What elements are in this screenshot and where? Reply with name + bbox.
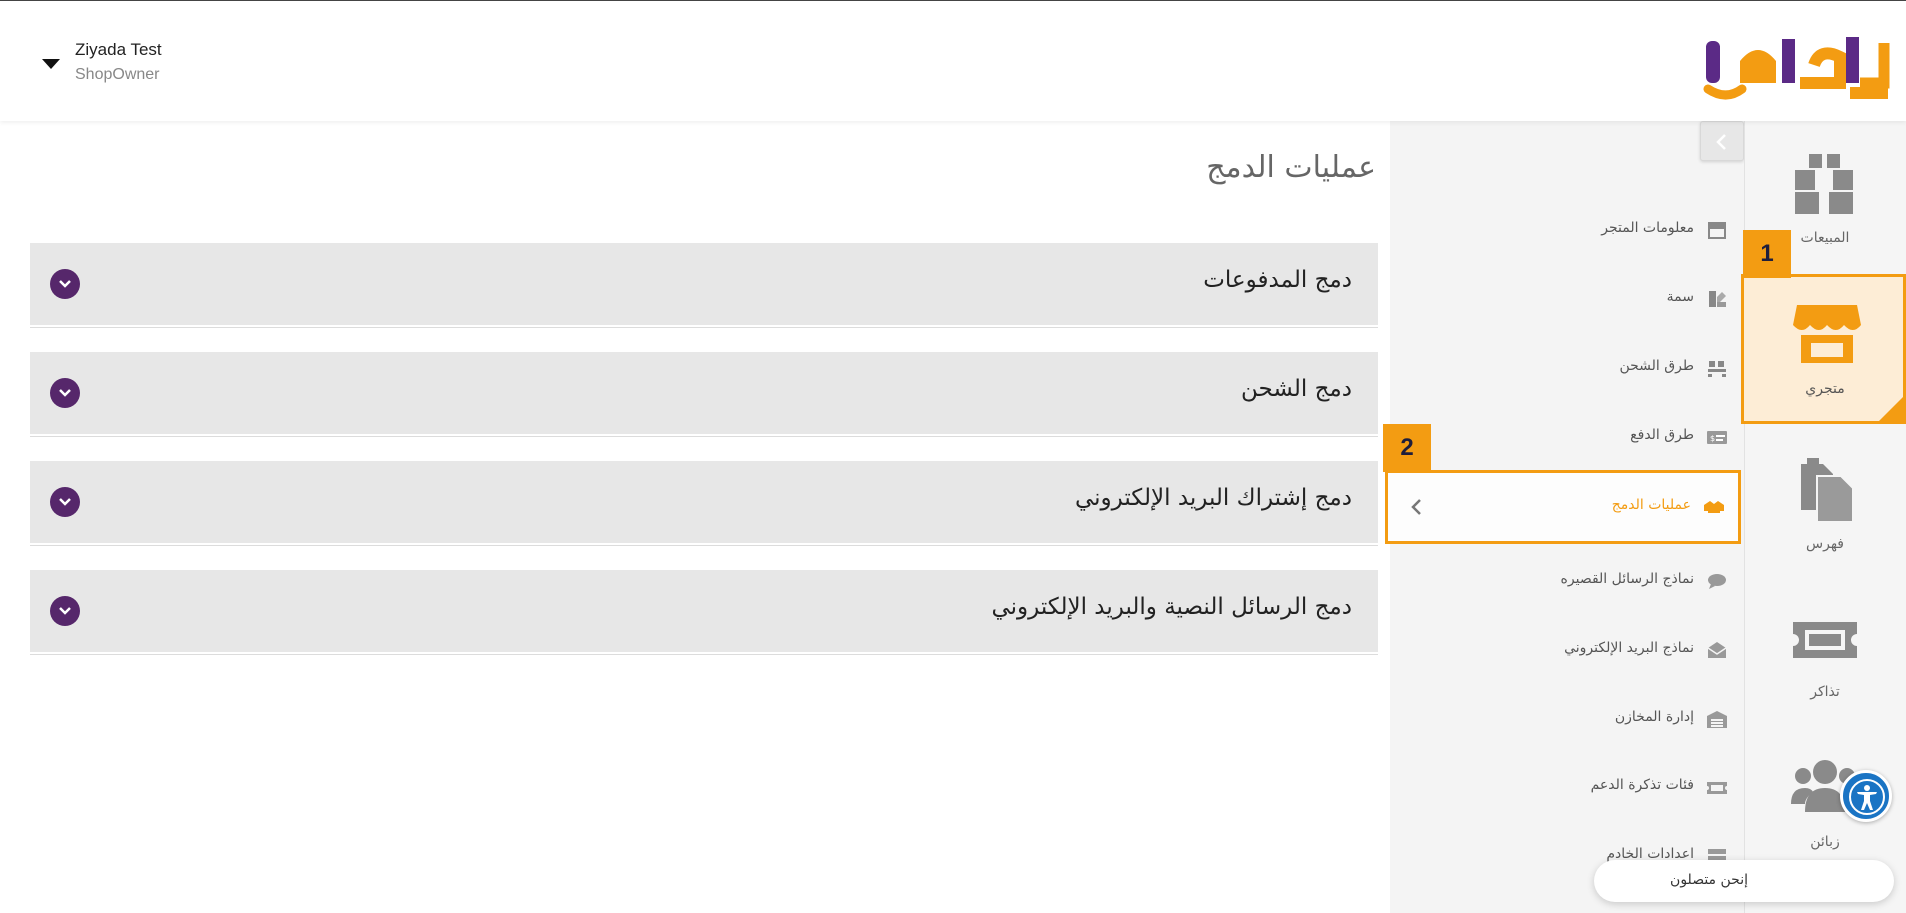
chevron-left-icon <box>1716 134 1726 150</box>
page-title: عمليات الدمج <box>1206 150 1376 185</box>
envelope-icon <box>1707 642 1727 658</box>
accordion-shipping-integration[interactable]: دمج الشحن <box>30 352 1378 436</box>
brand-logo[interactable] <box>1700 31 1890 103</box>
caret-down-icon[interactable] <box>42 59 60 69</box>
accordion-payments-integration[interactable]: دمج المدفوعات <box>30 243 1378 327</box>
palette-icon <box>1709 291 1726 307</box>
chat-label: إنحن متصلون <box>1670 872 1748 888</box>
sms-icon <box>1708 574 1726 589</box>
accessibility-button[interactable] <box>1840 770 1892 822</box>
menu-item-label: معلومات المتجر <box>1601 220 1694 236</box>
user-name: Ziyada Test <box>75 40 162 59</box>
rail-item-my-store[interactable]: متجري <box>1741 274 1906 424</box>
menu-item-label: سمة <box>1666 289 1694 305</box>
rail-item-label: تذاكر <box>1810 684 1840 700</box>
collapse-menu-button[interactable] <box>1700 121 1744 161</box>
rail-item-label: زبائن <box>1810 834 1840 850</box>
accordion-title: دمج الرسائل النصية والبريد الإلكتروني <box>991 594 1352 620</box>
menu-item-payment-methods[interactable]: $ طرق الدفع <box>1390 414 1744 460</box>
menu-item-label: طرق الشحن <box>1619 358 1694 374</box>
active-corner-marker <box>1876 394 1906 424</box>
rail-item-tickets[interactable]: تذاكر <box>1744 584 1906 728</box>
live-chat-widget[interactable]: إنحن متصلون <box>1594 860 1894 902</box>
accordion-title: دمج إشتراك البريد الإلكتروني <box>1074 485 1352 511</box>
expand-chevron-icon[interactable] <box>50 596 80 626</box>
expand-chevron-icon[interactable] <box>50 269 80 299</box>
menu-item-shipping-methods[interactable]: طرق الشحن <box>1390 345 1744 391</box>
menu-item-sms-templates[interactable]: نماذج الرسائل القصيره <box>1390 558 1744 604</box>
handshake-icon <box>1704 501 1724 513</box>
files-icon <box>1801 458 1854 523</box>
menu-item-label: نماذج البريد الإلكتروني <box>1564 640 1694 656</box>
accordion-sms-email-integration[interactable]: دمج الرسائل النصية والبريد الإلكتروني <box>30 570 1378 654</box>
menu-item-label: إدارة المخازن <box>1614 709 1694 725</box>
money-icon: $ <box>1707 431 1727 444</box>
expand-chevron-icon[interactable] <box>50 378 80 408</box>
accessibility-icon <box>1849 779 1885 815</box>
store-icon <box>1793 305 1861 363</box>
pallet-icon <box>1708 361 1726 377</box>
accordion-email-subscription-integration[interactable]: دمج إشتراك البريد الإلكتروني <box>30 461 1378 545</box>
step-badge-2: 2 <box>1383 424 1431 472</box>
top-header: Ziyada Test ShopOwner <box>0 0 1906 121</box>
ticket-icon <box>1793 622 1857 658</box>
step-badge-1: 1 <box>1743 230 1791 278</box>
menu-item-warehouse-management[interactable]: إدارة المخازن <box>1390 696 1744 742</box>
menu-item-label: فئات تذكرة الدعم <box>1590 777 1694 793</box>
menu-item-support-ticket-categories[interactable]: فئات تذكرة الدعم <box>1390 764 1744 810</box>
menu-item-store-info[interactable]: معلومات المتجر <box>1390 207 1744 253</box>
menu-item-theme[interactable]: سمة <box>1390 276 1744 322</box>
menu-item-email-templates[interactable]: نماذج البريد الإلكتروني <box>1390 627 1744 673</box>
rail-item-catalog[interactable]: فهرس <box>1744 436 1906 580</box>
user-role: ShopOwner <box>75 66 160 83</box>
storefront-icon <box>1708 222 1726 239</box>
menu-item-integrations[interactable]: عمليات الدمج <box>1385 470 1741 544</box>
accordion-title: دمج المدفوعات <box>1203 267 1352 293</box>
chevron-left-icon <box>1411 499 1421 515</box>
ticket-icon <box>1707 782 1727 794</box>
warehouse-icon <box>1707 711 1727 728</box>
menu-item-label: نماذج الرسائل القصيره <box>1560 571 1694 587</box>
svg-text:$: $ <box>1710 434 1715 443</box>
menu-item-label: طرق الدفع <box>1630 427 1694 443</box>
accordion-title: دمج الشحن <box>1241 376 1352 402</box>
boxes-icon <box>1795 154 1853 214</box>
expand-chevron-icon[interactable] <box>50 487 80 517</box>
rail-item-label: فهرس <box>1806 536 1844 552</box>
menu-item-label: عمليات الدمج <box>1611 497 1691 513</box>
